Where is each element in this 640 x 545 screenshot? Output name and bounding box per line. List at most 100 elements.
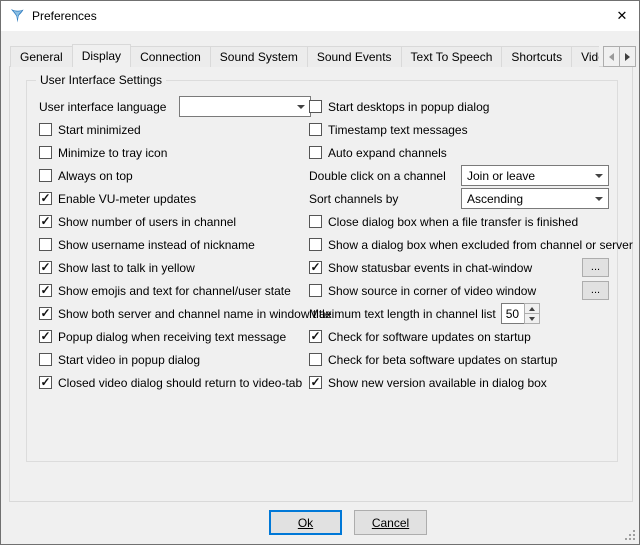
checkbox[interactable] [309, 261, 322, 274]
tab-video[interactable]: Video [571, 46, 599, 67]
sort-channels-dropdown[interactable]: Ascending [461, 188, 609, 209]
cancel-button-label: Cancel [372, 516, 409, 530]
spinner-down-button[interactable] [524, 313, 540, 324]
checkbox-label: Show statusbar events in chat-window [328, 261, 532, 275]
double-click-row: Double click on a channel Join or leave [309, 164, 609, 187]
checkbox-row-timestamp-messages[interactable]: Timestamp text messages [309, 118, 609, 141]
checkbox[interactable] [39, 123, 52, 136]
checkbox[interactable] [39, 215, 52, 228]
checkbox[interactable] [309, 238, 322, 251]
user-interface-settings-group: User Interface Settings User interface l… [26, 80, 618, 462]
arrow-left-icon [609, 53, 614, 61]
max-text-length-spinner[interactable]: 50 [501, 303, 540, 324]
double-click-dropdown[interactable]: Join or leave [461, 165, 609, 186]
cancel-button[interactable]: Cancel [354, 510, 427, 535]
checkbox-label: Check for software updates on startup [328, 330, 531, 344]
spinner-value[interactable]: 50 [501, 303, 525, 324]
chevron-down-icon [590, 197, 608, 201]
checkbox[interactable] [309, 330, 322, 343]
tab-sound-events[interactable]: Sound Events [307, 46, 402, 67]
checkbox-row-show-username[interactable]: Show username instead of nickname [39, 233, 311, 256]
language-row: User interface language [39, 95, 311, 118]
video-source-more-button[interactable]: ... [582, 281, 609, 300]
tab-scroll-right-button[interactable] [619, 46, 636, 67]
tab-text-to-speech[interactable]: Text To Speech [401, 46, 503, 67]
checkbox-row-last-talk-yellow[interactable]: Show last to talk in yellow [39, 256, 311, 279]
max-text-length-row: Maximum text length in channel list 50 [309, 302, 609, 325]
title-bar: Preferences ✕ [1, 1, 639, 31]
checkbox-label: Show username instead of nickname [58, 238, 255, 252]
double-click-value: Join or leave [467, 169, 590, 183]
checkbox[interactable] [39, 284, 52, 297]
checkbox-row-new-version-dialog[interactable]: Show new version available in dialog box [309, 371, 609, 394]
checkbox-label: Show a dialog box when excluded from cha… [328, 238, 633, 252]
app-icon [9, 8, 25, 24]
checkbox-label: Show source in corner of video window [328, 284, 536, 298]
checkbox-row-always-on-top[interactable]: Always on top [39, 164, 311, 187]
checkbox-row-auto-expand-channels[interactable]: Auto expand channels [309, 141, 609, 164]
checkbox-row-popup-text-message[interactable]: Popup dialog when receiving text message [39, 325, 311, 348]
checkbox-row-minimize-to-tray[interactable]: Minimize to tray icon [39, 141, 311, 164]
checkbox-label: Enable VU-meter updates [58, 192, 196, 206]
window-title: Preferences [32, 9, 97, 23]
checkbox-label: Popup dialog when receiving text message [58, 330, 286, 344]
checkbox[interactable] [309, 123, 322, 136]
checkbox-row-desktops-popup[interactable]: Start desktops in popup dialog [309, 95, 609, 118]
checkbox[interactable] [39, 146, 52, 159]
checkbox-row-close-on-transfer[interactable]: Close dialog box when a file transfer is… [309, 210, 609, 233]
tab-shortcuts[interactable]: Shortcuts [501, 46, 572, 67]
dialog-footer: Ok Cancel [269, 510, 427, 535]
language-dropdown[interactable] [179, 96, 311, 117]
checkbox-row-window-title-names[interactable]: Show both server and channel name in win… [39, 302, 311, 325]
checkbox-label: Auto expand channels [328, 146, 447, 160]
double-click-label: Double click on a channel [309, 169, 446, 183]
checkbox[interactable] [309, 100, 322, 113]
checkbox-row-show-user-count[interactable]: Show number of users in channel [39, 210, 311, 233]
checkbox-row-start-minimized[interactable]: Start minimized [39, 118, 311, 141]
left-column: User interface language Start minimized … [39, 95, 311, 394]
checkbox[interactable] [39, 238, 52, 251]
checkbox[interactable] [309, 376, 322, 389]
sort-channels-label: Sort channels by [309, 192, 398, 206]
checkbox-row-video-return-tab[interactable]: Closed video dialog should return to vid… [39, 371, 311, 394]
checkbox[interactable] [39, 330, 52, 343]
checkbox[interactable] [39, 376, 52, 389]
checkbox[interactable] [309, 215, 322, 228]
checkbox-label: Close dialog box when a file transfer is… [328, 215, 578, 229]
checkbox-row-excluded-dialog[interactable]: Show a dialog box when excluded from cha… [309, 233, 609, 256]
close-icon[interactable]: ✕ [605, 1, 639, 31]
checkbox[interactable] [39, 261, 52, 274]
tab-scroll-left-button[interactable] [603, 46, 620, 67]
checkbox-row-show-emojis[interactable]: Show emojis and text for channel/user st… [39, 279, 311, 302]
checkbox[interactable] [39, 307, 52, 320]
checkbox[interactable] [39, 192, 52, 205]
ok-button[interactable]: Ok [269, 510, 342, 535]
checkbox[interactable] [309, 284, 322, 297]
checkbox-row-beta-updates[interactable]: Check for beta software updates on start… [309, 348, 609, 371]
ok-button-label: Ok [298, 516, 313, 530]
chevron-down-icon [590, 174, 608, 178]
checkbox-row-video-source-corner[interactable]: Show source in corner of video window ..… [309, 279, 609, 302]
arrow-up-icon [529, 307, 535, 311]
group-title: User Interface Settings [36, 73, 166, 87]
checkbox[interactable] [309, 146, 322, 159]
statusbar-events-more-button[interactable]: ... [582, 258, 609, 277]
tab-connection[interactable]: Connection [130, 46, 211, 67]
spinner-buttons [524, 303, 540, 324]
language-label: User interface language [39, 100, 166, 114]
tab-bar: General Display Connection Sound System … [10, 44, 599, 67]
checkbox-label: Show number of users in channel [58, 215, 236, 229]
tab-sound-system[interactable]: Sound System [210, 46, 308, 67]
checkbox-row-software-updates[interactable]: Check for software updates on startup [309, 325, 609, 348]
tab-display[interactable]: Display [72, 44, 131, 67]
checkbox-row-video-popup[interactable]: Start video in popup dialog [39, 348, 311, 371]
resize-grip-icon[interactable] [624, 529, 636, 541]
tab-general[interactable]: General [10, 46, 73, 67]
checkbox[interactable] [39, 169, 52, 182]
right-column: Start desktops in popup dialog Timestamp… [309, 95, 609, 394]
checkbox-label: Always on top [58, 169, 133, 183]
checkbox-row-vu-meter-updates[interactable]: Enable VU-meter updates [39, 187, 311, 210]
checkbox[interactable] [39, 353, 52, 366]
checkbox[interactable] [309, 353, 322, 366]
checkbox-row-statusbar-events[interactable]: Show statusbar events in chat-window ... [309, 256, 609, 279]
